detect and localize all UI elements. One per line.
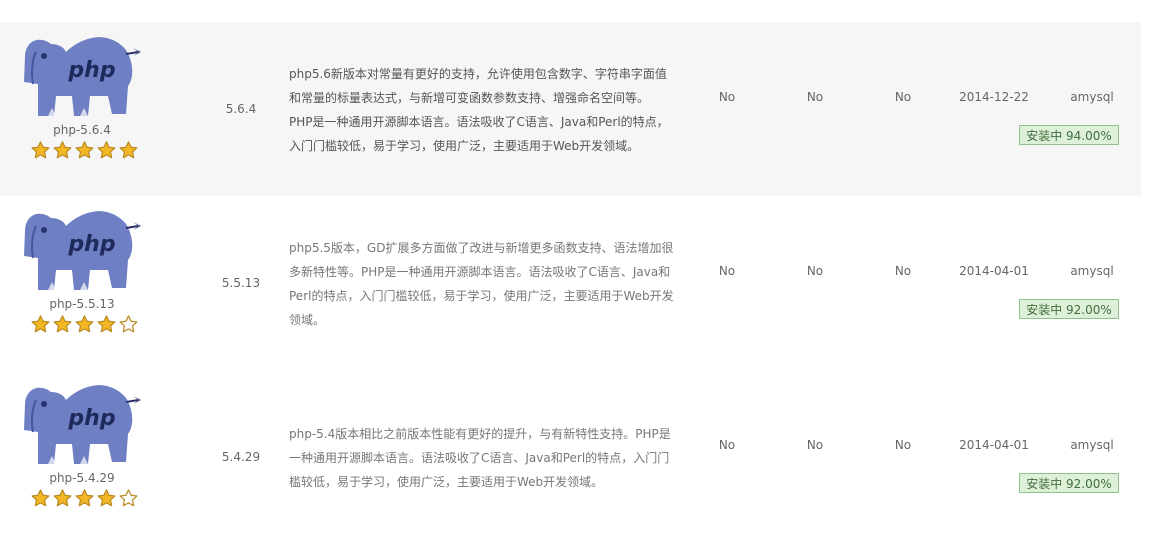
star-filled-icon [31, 489, 50, 507]
description-line: Perl的特点，入门门槛较低，易于学习，使用广泛，主要适用于Web开发 [289, 289, 674, 303]
column-1-value: No [718, 438, 736, 452]
description-line: 多新特性等。PHP是一种通用开源脚本语言。语法吸收了C语言、Java和 [289, 265, 671, 279]
star-filled-icon [75, 315, 94, 333]
version-name: php-5.4.29 [49, 471, 115, 485]
column-1-value: No [718, 264, 736, 278]
version-number: 5.5.13 [221, 276, 261, 290]
star-filled-icon [31, 141, 50, 159]
php-logo-text: php [67, 58, 115, 83]
star-filled-icon [53, 489, 72, 507]
table-row: php php-5.4.29 5.4.29 php-5.4版本相比之前版本性能有… [0, 370, 1141, 544]
version-name: php-5.6.4 [53, 123, 111, 137]
column-3-value: No [894, 90, 912, 104]
column-1-value: No [718, 90, 736, 104]
author: amysql [1070, 90, 1114, 104]
description-line: php5.5版本，GD扩展多方面做了改进与新增更多函数支持、语法增加很 [289, 241, 674, 255]
star-empty-icon [119, 315, 138, 333]
release-date: 2014-12-22 [959, 90, 1029, 104]
release-date: 2014-04-01 [959, 438, 1029, 452]
column-2-value: No [806, 438, 824, 452]
php-elephant-logo-icon: php [24, 37, 141, 116]
star-filled-icon [97, 141, 116, 159]
rating-stars [30, 314, 140, 338]
php-logo-text: php [67, 406, 115, 431]
description-line: 一种通用开源脚本语言。语法吸收了C语言、Java和Perl的特点，入门门 [289, 451, 670, 465]
star-filled-icon [97, 489, 116, 507]
install-status-badge: 安装中 92.00% [1019, 473, 1119, 493]
star-filled-icon [75, 141, 94, 159]
column-3-value: No [894, 438, 912, 452]
version-number: 5.6.4 [225, 102, 257, 116]
table-row: php php-5.5.13 5.5.13 php5.5版本，GD扩展多方面做了… [0, 196, 1141, 370]
table-top-strip [0, 0, 1141, 22]
table-row: php php-5.6.4 5.6.4 php5.6新版本对常量有更好的支持，允… [0, 22, 1141, 196]
install-status-badge: 安装中 94.00% [1019, 125, 1119, 145]
version-description: php5.5版本，GD扩展多方面做了改进与新增更多函数支持、语法增加很 多新特性… [289, 236, 679, 332]
column-2-value: No [806, 264, 824, 278]
version-name: php-5.5.13 [49, 297, 115, 311]
star-filled-icon [97, 315, 116, 333]
star-filled-icon [31, 315, 50, 333]
description-line: PHP是一种通用开源脚本语言。语法吸收了C语言、Java和Perl的特点， [289, 115, 669, 129]
star-filled-icon [53, 315, 72, 333]
description-line: 和常量的标量表达式，与新增可变函数参数支持、增强命名空间等。 [289, 91, 650, 105]
elephant-shape: php [24, 385, 141, 464]
author: amysql [1070, 438, 1114, 452]
star-filled-icon [53, 141, 72, 159]
elephant-shape: php [24, 211, 141, 290]
release-date: 2014-04-01 [959, 264, 1029, 278]
description-line: 领域。 [289, 313, 326, 327]
description-line: php5.6新版本对常量有更好的支持，允许使用包含数字、字符串字面值 [289, 67, 667, 81]
star-filled-icon [119, 141, 138, 159]
description-line: 槛较低，易于学习，使用广泛，主要适用于Web开发领域。 [289, 475, 604, 489]
version-number: 5.4.29 [221, 450, 261, 464]
version-description: php5.6新版本对常量有更好的支持，允许使用包含数字、字符串字面值 和常量的标… [289, 62, 679, 158]
star-filled-icon [75, 489, 94, 507]
php-versions-table: php php-5.6.4 5.6.4 php5.6新版本对常量有更好的支持，允… [0, 0, 1141, 536]
description-line: 入门门槛较低，易于学习，使用广泛，主要适用于Web开发领域。 [289, 139, 640, 153]
version-description: php-5.4版本相比之前版本性能有更好的提升，与有新特性支持。PHP是 一种通… [289, 422, 679, 494]
install-status-badge: 安装中 92.00% [1019, 299, 1119, 319]
php-elephant-logo-icon: php [24, 385, 141, 464]
php-logo-text: php [67, 232, 115, 257]
star-empty-icon [119, 489, 138, 507]
rating-stars [30, 488, 140, 512]
php-elephant-logo-icon: php [24, 211, 141, 290]
column-3-value: No [894, 264, 912, 278]
author: amysql [1070, 264, 1114, 278]
elephant-shape: php [24, 37, 141, 116]
description-line: php-5.4版本相比之前版本性能有更好的提升，与有新特性支持。PHP是 [289, 427, 671, 441]
column-2-value: No [806, 90, 824, 104]
rating-stars [30, 140, 140, 164]
